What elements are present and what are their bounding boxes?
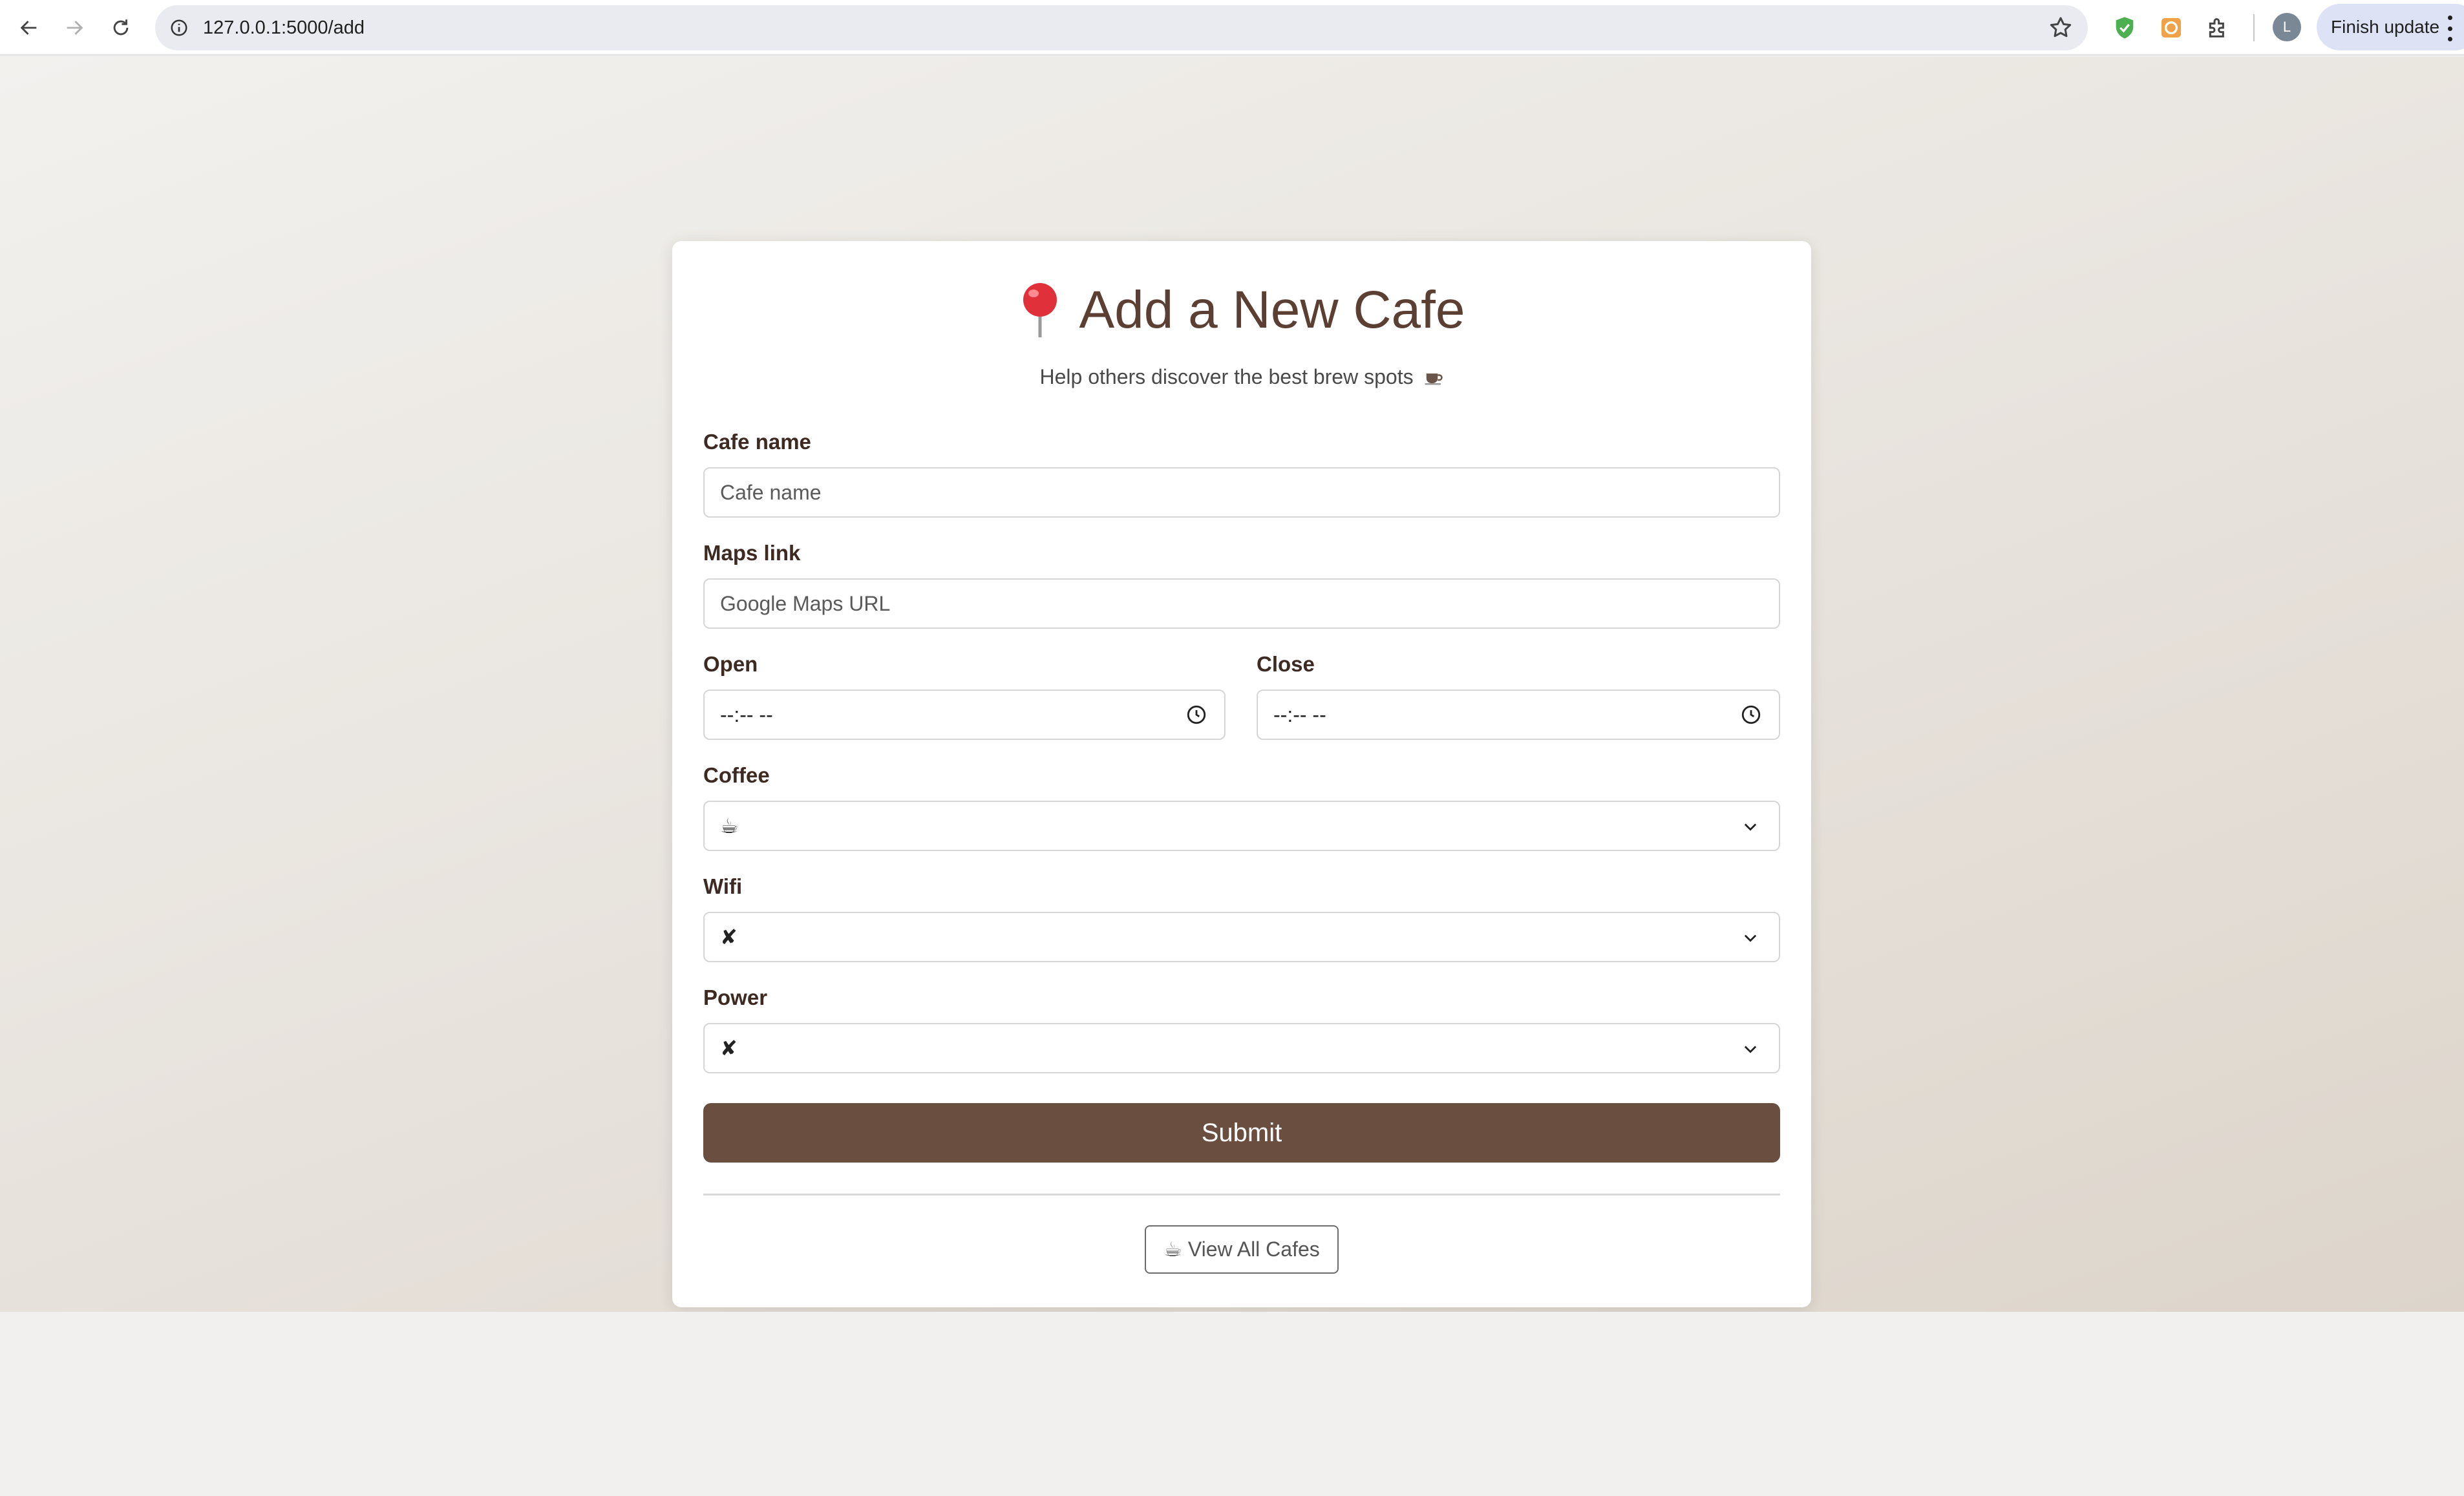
forward-button[interactable] xyxy=(56,9,93,47)
open-label: Open xyxy=(703,652,758,676)
extensions-puzzle-icon[interactable] xyxy=(2202,12,2234,44)
power-label: Power xyxy=(703,985,768,1009)
pushpin-icon xyxy=(1023,283,1057,337)
power-select-value: ✘ xyxy=(720,1037,738,1060)
page-background: Add a New Cafe Help others discover the … xyxy=(0,57,2464,1312)
view-all-label: View All Cafes xyxy=(1187,1238,1320,1261)
wifi-select-value: ✘ xyxy=(720,925,738,949)
toolbar-divider xyxy=(2253,14,2255,41)
forward-arrow-icon xyxy=(67,21,83,35)
browser-toolbar: 127.0.0.1:5000/add L Finish update xyxy=(0,0,2464,56)
chevron-down-icon xyxy=(1744,823,1757,831)
maps-link-label: Maps link xyxy=(703,541,801,565)
page-bottom-area xyxy=(0,1312,2464,1496)
coffee-select[interactable]: ☕ xyxy=(703,801,1780,851)
power-select[interactable]: ✘ xyxy=(703,1023,1780,1073)
cafe-name-label: Cafe name xyxy=(703,430,811,454)
clock-icon[interactable] xyxy=(1740,704,1762,726)
shield-extension-icon[interactable] xyxy=(2108,12,2141,44)
chevron-down-icon xyxy=(1744,1046,1757,1053)
reload-icon xyxy=(113,19,129,36)
coffee-cup-icon xyxy=(1425,374,1443,385)
view-all-cafes-button[interactable]: ☕ View All Cafes xyxy=(1145,1225,1339,1274)
back-button[interactable] xyxy=(10,9,48,47)
bookmark-star-icon[interactable] xyxy=(2048,15,2074,41)
close-time-input[interactable]: --:-- -- xyxy=(1257,690,1780,740)
chevron-down-icon xyxy=(1744,934,1757,942)
wifi-select[interactable]: ✘ xyxy=(703,912,1780,962)
close-time-value: --:-- -- xyxy=(1273,703,1326,726)
profile-avatar[interactable]: L xyxy=(2273,13,2301,41)
submit-button[interactable]: Submit xyxy=(703,1103,1780,1163)
subtitle-text: Help others discover the best brew spots xyxy=(1039,365,1414,388)
address-bar[interactable]: 127.0.0.1:5000/add xyxy=(155,5,2088,50)
coffee-label: Coffee xyxy=(703,763,770,787)
page-title: Add a New Cafe xyxy=(672,275,1811,346)
orange-extension-icon[interactable] xyxy=(2155,12,2187,44)
cafe-name-input[interactable]: Cafe name xyxy=(703,467,1780,518)
open-time-value: --:-- -- xyxy=(720,703,773,726)
add-cafe-card: Add a New Cafe Help others discover the … xyxy=(672,241,1811,1307)
maps-link-input[interactable]: Google Maps URL xyxy=(703,578,1780,629)
back-arrow-icon xyxy=(20,21,37,35)
open-time-input[interactable]: --:-- -- xyxy=(703,690,1226,740)
browser-menu-icon[interactable] xyxy=(2443,16,2456,41)
url-text[interactable]: 127.0.0.1:5000/add xyxy=(203,5,365,50)
finish-update-button[interactable]: Finish update xyxy=(2317,4,2464,50)
close-label: Close xyxy=(1257,652,1315,676)
title-text: Add a New Cafe xyxy=(1079,280,1465,339)
view-all-icon: ☕ xyxy=(1163,1238,1182,1261)
divider xyxy=(703,1194,1780,1196)
wifi-label: Wifi xyxy=(703,874,743,898)
clock-icon[interactable] xyxy=(1185,704,1207,726)
subtitle: Help others discover the best brew spots xyxy=(672,365,1811,389)
site-info-icon[interactable] xyxy=(167,16,191,40)
reload-button[interactable] xyxy=(102,9,140,47)
coffee-select-value: ☕ xyxy=(720,814,739,838)
